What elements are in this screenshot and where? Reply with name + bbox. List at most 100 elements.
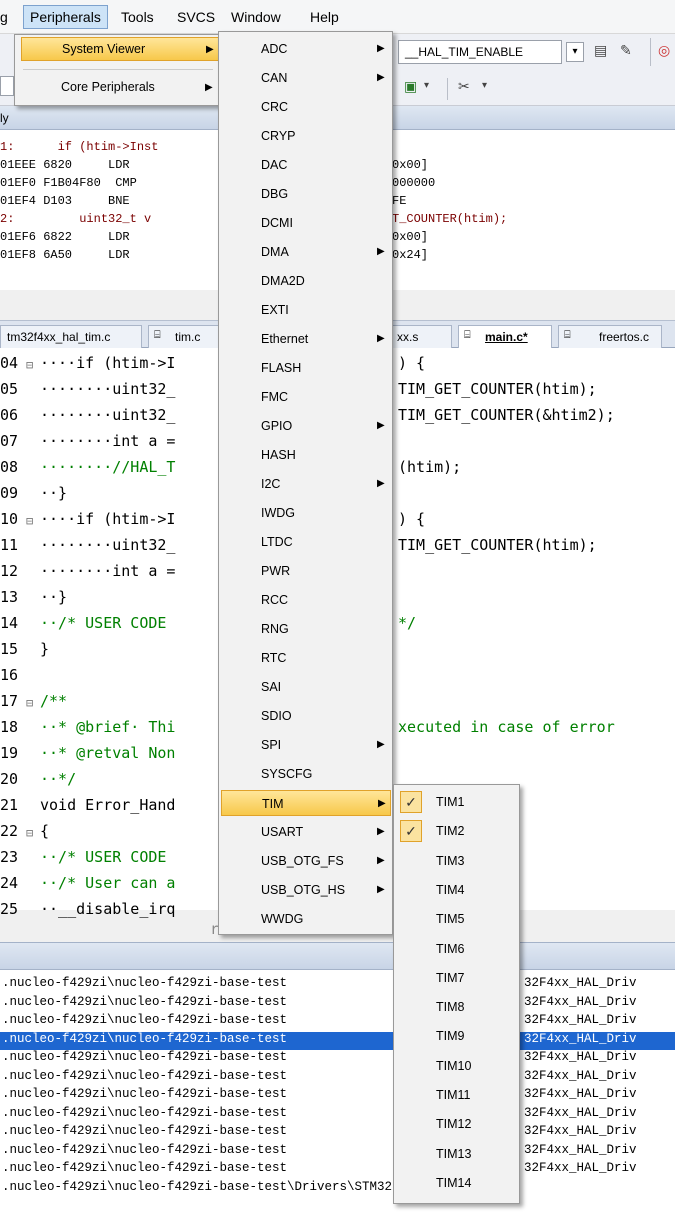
menu-item-tim8[interactable]: TIM8 [396,994,518,1020]
menu-item-crc[interactable]: CRC [221,94,391,120]
fold-toggle-icon[interactable]: ⊟ [26,696,33,710]
tools-dropdown-icon[interactable]: ▾ [482,80,487,91]
line-number: 19 [0,744,19,762]
output-row[interactable]: .nucleo-f429zi\nucleo-f429zi-base-test 32… [0,1069,675,1087]
menu-item-rtc[interactable]: RTC [221,645,391,671]
menu-item-label: TIM12 [436,1117,472,1132]
output-row[interactable]: .nucleo-f429zi\nucleo-f429zi-base-test 32… [0,1124,675,1142]
menu-item-i2c[interactable]: I2C ▶ [221,471,391,497]
menu-item-tim10[interactable]: TIM10 [396,1053,518,1079]
wand-icon[interactable]: ✎ [620,42,632,59]
code-line: /** [40,692,68,710]
menu-item-spi[interactable]: SPI ▶ [221,732,391,758]
menu-item-pwr[interactable]: PWR [221,558,391,584]
menu-item-dbg[interactable]: DBG [221,181,391,207]
menu-item-fmc[interactable]: FMC [221,384,391,410]
menu-item-cryp[interactable]: CRYP [221,123,391,149]
output-row[interactable]: .nucleo-f429zi\nucleo-f429zi-base-test\D… [0,1180,675,1198]
tab-startup[interactable]: xx.s [390,325,452,349]
define-combo[interactable]: __HAL_TIM_ENABLE [398,40,562,64]
fold-toggle-icon[interactable]: ⊟ [26,514,33,528]
board-dropdown-icon[interactable]: ▾ [424,80,429,91]
chevron-down-icon[interactable]: ▾ [566,42,584,62]
menu-item-usart[interactable]: USART ▶ [221,819,391,845]
tab-main[interactable]: main.c* [458,325,552,349]
menu-item-dma[interactable]: DMA ▶ [221,239,391,265]
menu-item-tim5[interactable]: TIM5 [396,906,518,932]
tab-freertos[interactable]: freertos.c [558,325,662,349]
menu-item-rng[interactable]: RNG [221,616,391,642]
menu-item-ethernet[interactable]: Ethernet ▶ [221,326,391,352]
tab-stm32f4xx-hal-tim[interactable]: tm32f4xx_hal_tim.c [0,325,142,349]
menu-item-sai[interactable]: SAI [221,674,391,700]
menu-item-iwdg[interactable]: IWDG [221,500,391,526]
menu-item-tim3[interactable]: TIM3 [396,848,518,874]
menu-item-tim7[interactable]: TIM7 [396,965,518,991]
menu-peripherals[interactable]: Peripherals [23,5,108,29]
menu-window[interactable]: Window [231,9,281,25]
toolbar-separator [650,38,651,66]
code-line-tail: TIM_GET_COUNTER(htim); [398,380,597,398]
tools-icon[interactable]: ✂ [458,78,470,95]
disassembly-operand: T_COUNTER(htim); [392,212,508,226]
menu-item-sdio[interactable]: SDIO [221,703,391,729]
output-row[interactable]: .nucleo-f429zi\nucleo-f429zi-base-test 32… [0,1161,675,1179]
code-line: ········int a = [40,432,176,450]
menu-item-hash[interactable]: HASH [221,442,391,468]
output-row[interactable]: .nucleo-f429zi\nucleo-f429zi-base-test 32… [0,1050,675,1068]
menu-item-tim[interactable]: TIM ▶ [221,790,391,816]
menu-item-tim4[interactable]: TIM4 [396,877,518,903]
tab-label: tim.c [175,330,201,344]
disassembly-line: 1: if (htim->Inst [0,140,159,154]
output-row[interactable]: .nucleo-f429zi\nucleo-f429zi-base-test 32… [0,995,675,1013]
menu-tools[interactable]: Tools [121,9,154,25]
menu-item-usb-otg-hs[interactable]: USB_OTG_HS ▶ [221,877,391,903]
menu-item-tim12[interactable]: TIM12 [396,1111,518,1137]
menu-item-exti[interactable]: EXTI [221,297,391,323]
menu-item-syscfg[interactable]: SYSCFG [221,761,391,787]
menu-item-flash[interactable]: FLASH [221,355,391,381]
menu-item-dcmi[interactable]: DCMI [221,210,391,236]
output-row[interactable]: .nucleo-f429zi\nucleo-f429zi-base-test 32… [0,1143,675,1161]
menu-item-tim9[interactable]: TIM9 [396,1023,518,1049]
menu-item-tim13[interactable]: TIM13 [396,1141,518,1167]
file-icon: ⌸ [464,329,471,341]
output-row[interactable]: .nucleo-f429zi\nucleo-f429zi-base-test 32… [0,976,675,994]
menu-item-label: USB_OTG_FS [261,854,344,868]
menu-debug[interactable]: g [0,9,8,25]
menu-item-rcc[interactable]: RCC [221,587,391,613]
output-row[interactable]: .nucleo-f429zi\nucleo-f429zi-base-test 32… [0,1087,675,1105]
menu-item-dma2d[interactable]: DMA2D [221,268,391,294]
menu-item-system-viewer[interactable]: System Viewer ▶ [21,37,221,61]
menu-item-tim14[interactable]: TIM14 [396,1170,518,1196]
toolbar-fragment[interactable] [0,76,14,96]
menu-item-can[interactable]: CAN ▶ [221,65,391,91]
menu-item-tim1[interactable]: ✓ TIM1 [396,789,518,815]
build-output[interactable]: .nucleo-f429zi\nucleo-f429zi-base-test 32… [0,970,675,1215]
menu-item-usb-otg-fs[interactable]: USB_OTG_FS ▶ [221,848,391,874]
disassembly-line: 01EF6 6822 LDR [0,230,130,244]
menu-item-gpio[interactable]: GPIO ▶ [221,413,391,439]
fold-toggle-icon[interactable]: ⊟ [26,826,33,840]
output-row[interactable]: .nucleo-f429zi\nucleo-f429zi-base-test 32… [0,1031,675,1050]
config-icon[interactable]: ◎ [658,42,670,59]
output-row[interactable]: .nucleo-f429zi\nucleo-f429zi-base-test 32… [0,1013,675,1031]
menu-item-tim11[interactable]: TIM11 [396,1082,518,1108]
menu-item-wwdg[interactable]: WWDG [221,906,391,932]
menu-item-core-peripherals[interactable]: Core Peripherals ▶ [21,75,221,99]
menu-item-adc[interactable]: ADC ▶ [221,36,391,62]
output-suffix: 32F4xx_HAL_Driv [524,1161,637,1175]
menu-item-label: TIM1 [436,795,465,809]
output-row[interactable]: .nucleo-f429zi\nucleo-f429zi-base-test 32… [0,1106,675,1124]
menu-help[interactable]: Help [310,9,339,25]
fold-toggle-icon[interactable]: ⊟ [26,358,33,372]
menu-item-tim2[interactable]: ✓ TIM2 [396,818,518,844]
menu-item-ltdc[interactable]: LTDC [221,529,391,555]
menu-item-dac[interactable]: DAC [221,152,391,178]
submenu-arrow-icon: ▶ [378,798,386,809]
menu-item-tim6[interactable]: TIM6 [396,936,518,962]
menu-svcs[interactable]: SVCS [177,9,215,25]
board-icon[interactable]: ▣ [404,78,417,95]
output-path: .nucleo-f429zi\nucleo-f429zi-base-test [2,994,288,1009]
file-icon[interactable]: ▤ [594,42,607,59]
